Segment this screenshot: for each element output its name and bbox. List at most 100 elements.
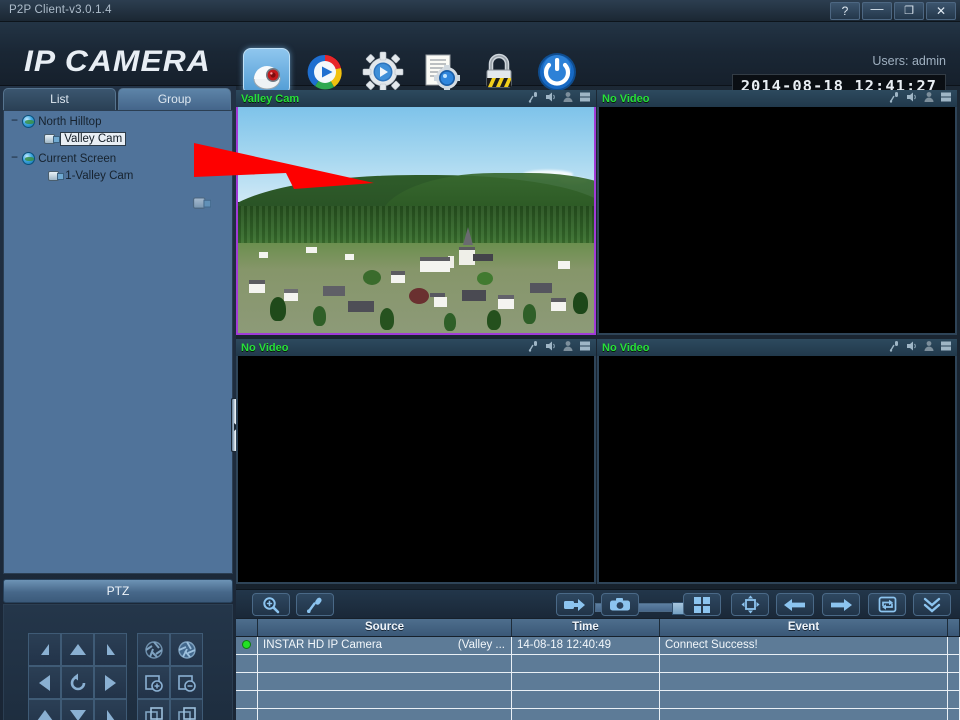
row-spacer: [948, 637, 960, 654]
tree-item-1-valley-cam[interactable]: 1-Valley Cam: [4, 170, 232, 186]
video-cell-titlebar-4: No Video: [597, 339, 957, 356]
video-surface-3[interactable]: [238, 356, 594, 582]
video-cell-2[interactable]: No Video: [597, 90, 957, 335]
speaker-icon[interactable]: [545, 90, 557, 108]
col-source-header[interactable]: Source: [258, 619, 512, 636]
minimize-button[interactable]: —: [862, 1, 892, 20]
video-cell-titlebar-1: Valley Cam: [236, 90, 596, 107]
record-button[interactable]: [556, 593, 594, 616]
video-cell-4[interactable]: No Video: [597, 339, 957, 584]
video-cell-3[interactable]: No Video: [236, 339, 596, 584]
camera-scene: [238, 107, 594, 333]
person-icon[interactable]: [562, 339, 574, 357]
table-row[interactable]: [236, 709, 960, 720]
col-event-header[interactable]: Event: [660, 619, 948, 636]
video-surface-1[interactable]: [238, 107, 594, 333]
stream-panel-icon[interactable]: [940, 339, 952, 357]
ptz-section-header[interactable]: PTZ: [3, 579, 233, 603]
zoom-in-icon[interactable]: [137, 699, 170, 720]
video-surface-4[interactable]: [599, 356, 955, 582]
row-status: [236, 691, 258, 708]
table-row[interactable]: [236, 655, 960, 673]
maximize-button[interactable]: ❐: [894, 2, 924, 20]
playback-icon[interactable]: [301, 48, 348, 95]
sidebar: List Group − North Hilltop Valley Cam − …: [0, 86, 236, 720]
fullscreen-button[interactable]: [731, 593, 769, 616]
event-log-table[interactable]: Source Time Event INSTAR HD IP Camera (V…: [236, 618, 960, 720]
digital-zoom-button[interactable]: [252, 593, 290, 616]
tree-item-label: North Hilltop: [38, 116, 102, 128]
tree-expander[interactable]: −: [10, 151, 19, 163]
iris-open-icon[interactable]: [137, 633, 170, 666]
tree-expander[interactable]: −: [10, 114, 19, 126]
row-status: [236, 673, 258, 690]
person-icon[interactable]: [923, 90, 935, 108]
globe-icon: [22, 115, 35, 128]
settings-gear-icon[interactable]: [359, 48, 406, 95]
globe-icon: [22, 152, 35, 165]
table-row[interactable]: [236, 673, 960, 691]
tree-item-valley-cam[interactable]: Valley Cam: [4, 132, 232, 149]
microphone-icon[interactable]: [528, 339, 540, 357]
device-tree[interactable]: − North Hilltop Valley Cam − Current Scr…: [3, 110, 233, 574]
col-time-header[interactable]: Time: [512, 619, 660, 636]
table-row[interactable]: INSTAR HD IP Camera (Valley ... 14-08-18…: [236, 637, 960, 655]
ptz-move-right[interactable]: [94, 666, 127, 699]
ptz-auto-scan-button[interactable]: [61, 666, 94, 699]
auto-switch-button[interactable]: [868, 593, 906, 616]
talk-microphone-button[interactable]: [296, 593, 334, 616]
microphone-icon[interactable]: [528, 90, 540, 108]
status-online-dot: [242, 640, 251, 649]
close-button[interactable]: ✕: [926, 2, 956, 20]
log-config-icon[interactable]: [417, 48, 464, 95]
col-status-header[interactable]: [236, 619, 258, 636]
row-source-name: INSTAR HD IP Camera: [263, 639, 383, 651]
microphone-icon[interactable]: [889, 339, 901, 357]
table-row[interactable]: [236, 691, 960, 709]
video-cell-title: No Video: [241, 341, 289, 354]
ptz-move-down-right[interactable]: [94, 699, 127, 720]
ptz-move-down-left[interactable]: [28, 699, 61, 720]
ptz-move-left[interactable]: [28, 666, 61, 699]
help-button[interactable]: ?: [830, 2, 860, 20]
stream-panel-icon[interactable]: [579, 90, 591, 108]
microphone-icon[interactable]: [889, 90, 901, 108]
iris-close-icon[interactable]: [170, 633, 203, 666]
ptz-move-up-right[interactable]: [94, 633, 127, 666]
previous-page-button[interactable]: [776, 593, 814, 616]
ptz-move-up-left[interactable]: [28, 633, 61, 666]
tree-drag-camera-icon: [192, 193, 208, 211]
minimize-icon: —: [870, 1, 884, 16]
power-icon[interactable]: [533, 48, 580, 95]
live-view-icon[interactable]: [243, 48, 290, 95]
ptz-move-up[interactable]: [61, 633, 94, 666]
layout-quad-button[interactable]: [683, 593, 721, 616]
playback-toolbar: [236, 589, 960, 618]
video-cell-titlebar-2: No Video: [597, 90, 957, 107]
speaker-icon[interactable]: [906, 339, 918, 357]
row-source: [258, 673, 512, 690]
stream-panel-icon[interactable]: [579, 339, 591, 357]
person-icon[interactable]: [923, 339, 935, 357]
speaker-icon[interactable]: [545, 339, 557, 357]
tab-list[interactable]: List: [3, 88, 116, 110]
tree-item-current-screen[interactable]: − Current Screen: [4, 151, 232, 168]
next-page-button[interactable]: [822, 593, 860, 616]
window-controls: ? — ❐ ✕: [830, 1, 956, 20]
stream-panel-icon[interactable]: [940, 90, 952, 108]
focus-far-icon[interactable]: [170, 666, 203, 699]
row-time: 14-08-18 12:40:49: [512, 637, 660, 654]
tree-item-north-hilltop[interactable]: − North Hilltop: [4, 114, 232, 131]
video-surface-2[interactable]: [599, 107, 955, 333]
snapshot-button[interactable]: [601, 593, 639, 616]
lock-icon[interactable]: [475, 48, 522, 95]
focus-near-icon[interactable]: [137, 666, 170, 699]
row-source: [258, 709, 512, 720]
collapse-panel-button[interactable]: [913, 593, 951, 616]
person-icon[interactable]: [562, 90, 574, 108]
zoom-out-icon[interactable]: [170, 699, 203, 720]
video-cell-1[interactable]: Valley Cam: [236, 90, 596, 335]
ptz-move-down[interactable]: [61, 699, 94, 720]
tab-group[interactable]: Group: [118, 88, 231, 110]
speaker-icon[interactable]: [906, 90, 918, 108]
